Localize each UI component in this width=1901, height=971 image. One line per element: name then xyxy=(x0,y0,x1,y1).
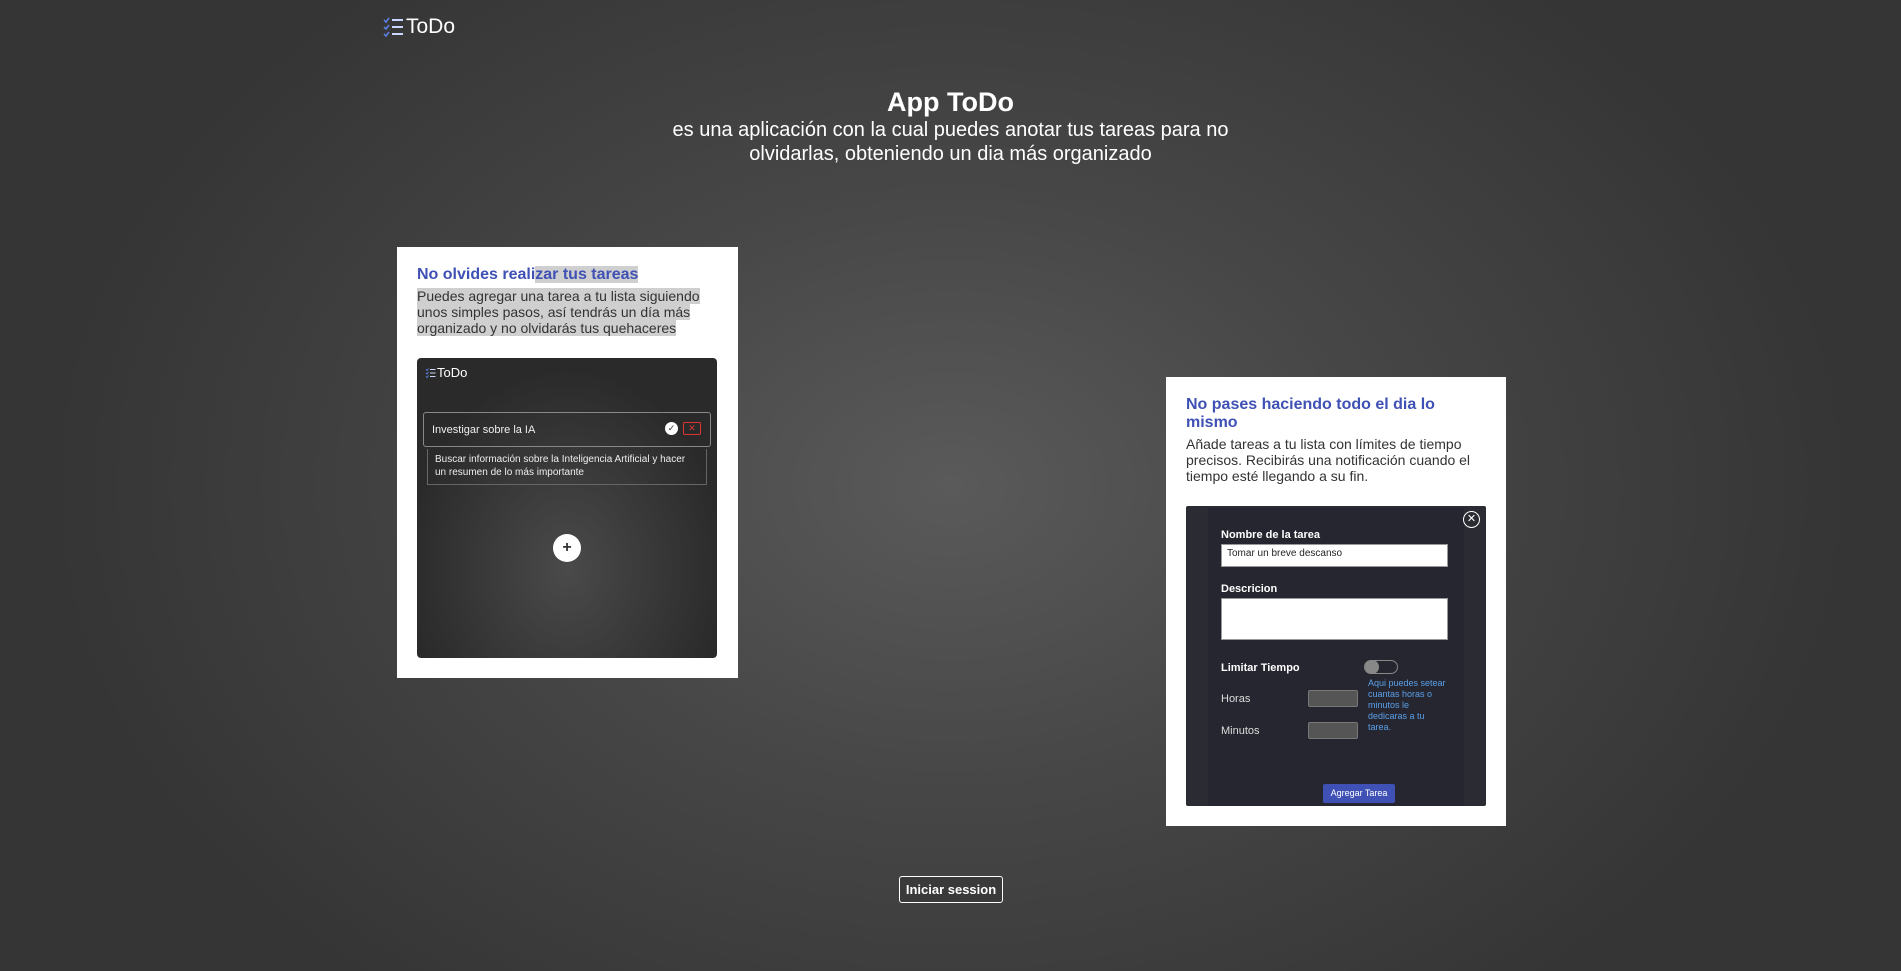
check-icon: ✓ xyxy=(665,422,678,435)
login-button[interactable]: Iniciar session xyxy=(899,876,1003,903)
page-subtitle: es una aplicación con la cual puedes ano… xyxy=(672,119,1229,165)
card-description: Puedes agregar una tarea a tu lista sigu… xyxy=(417,288,700,336)
app-preview-form: ✕ Nombre de la tarea Tomar un breve desc… xyxy=(1186,506,1486,806)
hours-label: Horas xyxy=(1221,693,1251,705)
delete-icon: ✕ xyxy=(683,422,701,435)
limit-label: Limitar Tiempo xyxy=(1221,662,1300,674)
form-panel: ✕ Nombre de la tarea Tomar un breve desc… xyxy=(1208,508,1480,806)
logo-text: ToDo xyxy=(406,15,456,38)
card-description: Añade tareas a tu lista con límites de t… xyxy=(1186,436,1471,484)
close-icon: ✕ xyxy=(1463,511,1480,528)
card-title: No olvides realizar tus tareas xyxy=(417,266,639,283)
minutes-field xyxy=(1308,722,1358,739)
checklist-icon xyxy=(425,367,436,378)
add-task-icon: + xyxy=(553,534,581,562)
checklist-icon xyxy=(383,17,403,38)
feature-card-tasks: No olvides realizar tus tareas Puedes ag… xyxy=(397,247,738,678)
task-item: Investigar sobre la IA ✓ ✕ xyxy=(423,412,711,447)
task-title: Investigar sobre la IA xyxy=(432,424,536,436)
hero-section: App ToDo es una aplicación con la cual p… xyxy=(0,86,1901,166)
app-preview-tasks: ToDo Investigar sobre la IA ✓ ✕ Buscar i… xyxy=(417,358,717,658)
add-task-button: Agregar Tarea xyxy=(1323,784,1395,803)
task-description: Buscar información sobre la Inteligencia… xyxy=(427,449,707,485)
desc-label: Descricion xyxy=(1221,583,1278,595)
limit-toggle xyxy=(1364,660,1398,674)
name-label: Nombre de la tarea xyxy=(1221,529,1321,541)
time-hint: Aqui puedes setear cuantas horas o minut… xyxy=(1368,678,1446,732)
minutes-label: Minutos xyxy=(1221,725,1260,737)
hours-field xyxy=(1308,690,1358,707)
feature-card-time: No pases haciendo todo el dia lo mismo A… xyxy=(1166,377,1506,826)
page-title: App ToDo xyxy=(887,87,1014,117)
name-field: Tomar un breve descanso xyxy=(1221,544,1448,567)
desc-field xyxy=(1221,598,1448,640)
app-logo[interactable]: ToDo xyxy=(382,15,455,39)
card-title: No pases haciendo todo el dia lo mismo xyxy=(1186,396,1435,431)
preview-logo: ToDo xyxy=(425,365,467,380)
